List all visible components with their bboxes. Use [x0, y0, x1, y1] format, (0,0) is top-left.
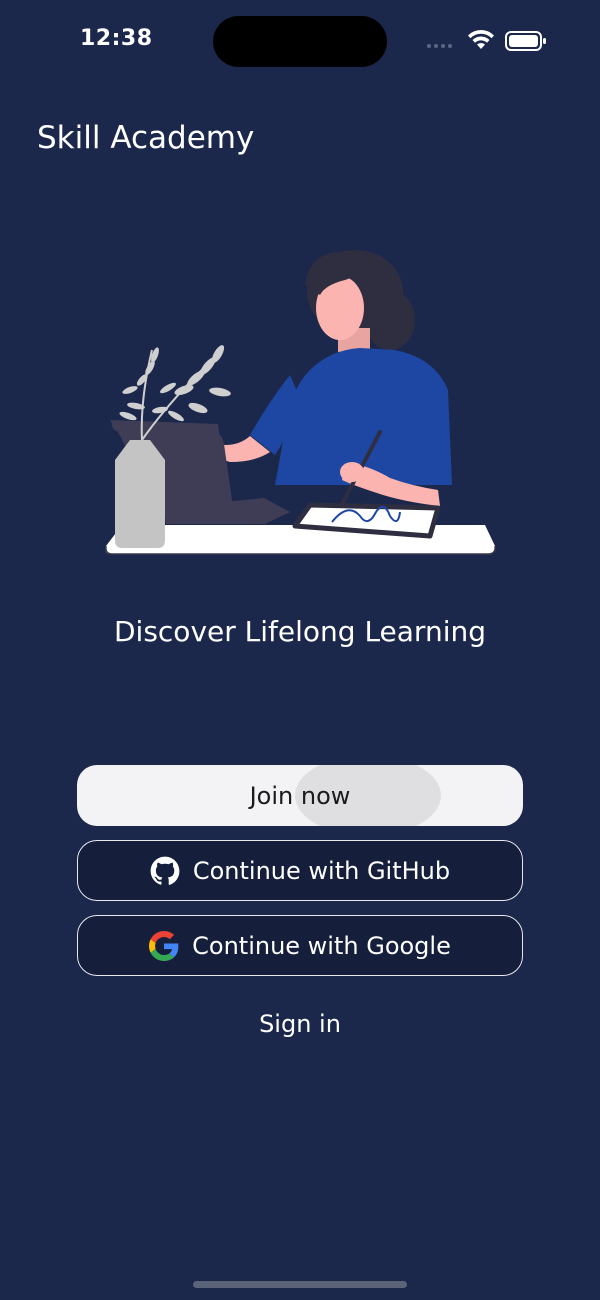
sign-in-link[interactable]: Sign in [0, 1010, 600, 1038]
google-icon [149, 930, 179, 961]
battery-icon [505, 31, 546, 51]
github-icon [150, 856, 180, 885]
google-label: Continue with Google [192, 931, 451, 960]
wifi-icon [468, 29, 494, 49]
hero-illustration [105, 250, 496, 555]
dynamic-island [213, 16, 387, 67]
join-now-button[interactable]: Join now [77, 765, 523, 826]
app-title: Skill Academy [37, 120, 255, 156]
continue-with-github-button[interactable]: Continue with GitHub [77, 840, 523, 901]
cellular-signal-icon [427, 44, 457, 50]
join-now-label: Join now [249, 781, 351, 810]
continue-with-google-button[interactable]: Continue with Google [77, 915, 523, 976]
github-label: Continue with GitHub [192, 856, 451, 885]
status-bar: 12:38 [0, 0, 600, 80]
status-time: 12:38 [80, 26, 153, 51]
home-indicator[interactable] [193, 1281, 407, 1288]
tagline: Discover Lifelong Learning [113, 615, 486, 648]
